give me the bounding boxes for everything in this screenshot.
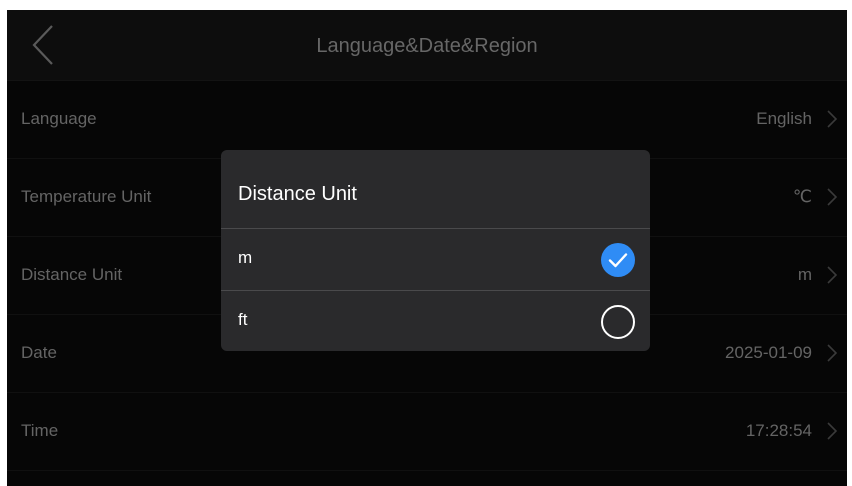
dialog-title: Distance Unit [238, 183, 357, 205]
option-ft[interactable]: ft [221, 291, 650, 351]
settings-screen: Language&Date&Region Language English Te… [7, 10, 847, 486]
option-label: m [238, 248, 253, 267]
option-m[interactable]: m [221, 229, 650, 290]
distance-unit-dialog: Distance Unit m ft [221, 150, 650, 351]
option-label: ft [238, 310, 248, 329]
radio-empty-icon[interactable] [600, 304, 636, 340]
check-circle-icon[interactable] [600, 242, 636, 278]
